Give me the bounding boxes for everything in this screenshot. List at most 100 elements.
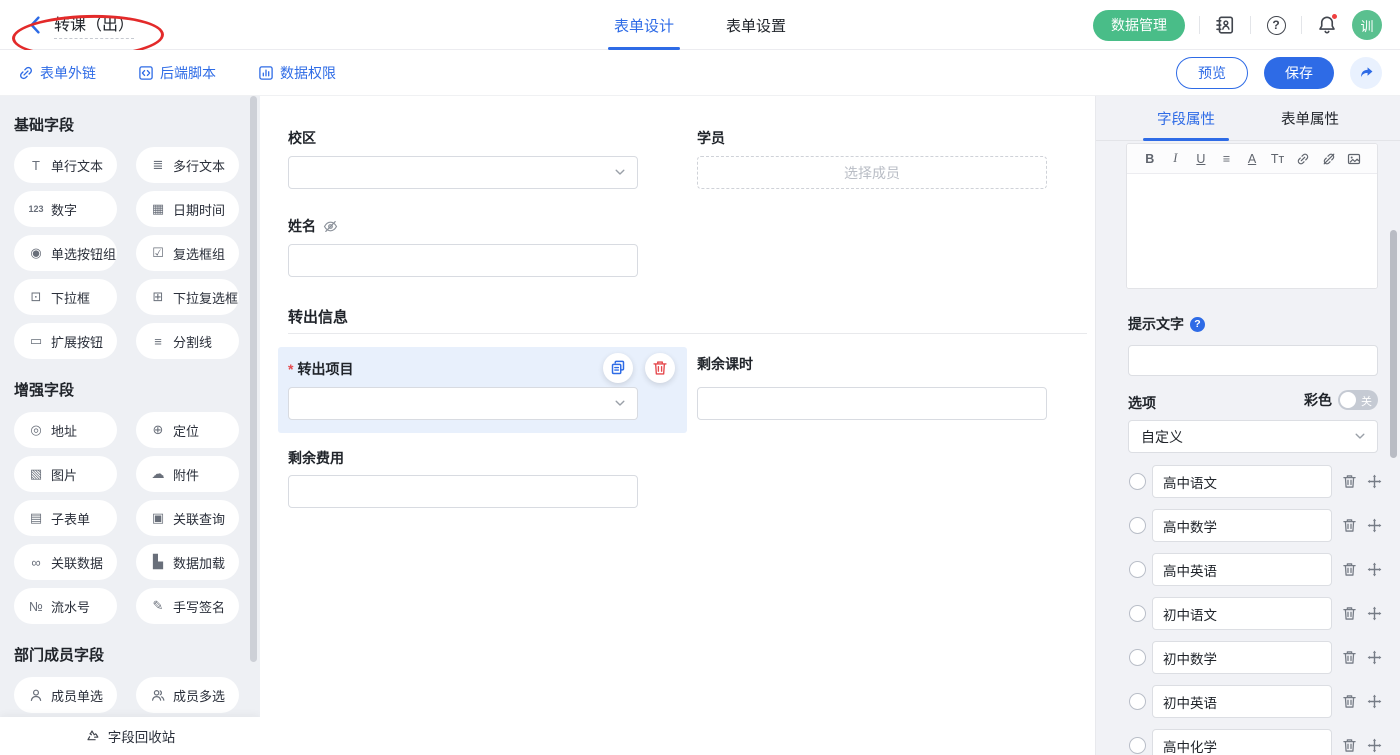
tab-form-design[interactable]: 表单设计 (614, 0, 674, 50)
student-member-picker[interactable]: 选择成员 (697, 156, 1047, 189)
move-option-icon[interactable] (1367, 694, 1382, 709)
name-input[interactable] (288, 244, 638, 277)
selected-field-transfer-project[interactable]: *转出项目 (278, 347, 687, 433)
contacts-icon[interactable] (1214, 14, 1236, 36)
field-type-item[interactable]: ⊞下拉复选框 (136, 279, 239, 315)
option-radio-icon[interactable] (1129, 693, 1146, 710)
field-type-item[interactable]: T单行文本 (14, 147, 117, 183)
field-type-item[interactable]: ∞关联数据 (14, 544, 117, 580)
delete-field-button[interactable] (645, 353, 675, 383)
delete-option-icon[interactable] (1342, 474, 1357, 489)
preview-button[interactable]: 预览 (1176, 57, 1248, 89)
back-icon[interactable] (26, 16, 44, 34)
delete-option-icon[interactable] (1342, 738, 1357, 753)
font-color-icon[interactable]: A (1239, 152, 1265, 166)
option-source-select[interactable]: 自定义 (1128, 420, 1378, 453)
campus-select[interactable] (288, 156, 638, 189)
bold-icon[interactable]: B (1137, 152, 1163, 166)
font-size-icon[interactable]: Tᴛ (1265, 152, 1291, 166)
option-text-input[interactable] (1152, 729, 1332, 755)
select-box-icon: ⊡ (28, 289, 44, 305)
underline-icon[interactable]: U (1188, 152, 1214, 166)
field-type-item[interactable]: ▣关联查询 (136, 500, 239, 536)
option-radio-icon[interactable] (1129, 517, 1146, 534)
field-type-item[interactable]: ▙数据加载 (136, 544, 239, 580)
sidebar-scrollbar[interactable] (250, 96, 257, 662)
field-type-item[interactable]: 成员多选 (136, 677, 239, 713)
remaining-hours-input[interactable] (697, 387, 1047, 420)
field-type-item[interactable]: ☑复选框组 (136, 235, 239, 271)
option-text-input[interactable] (1152, 641, 1332, 674)
remaining-fee-input[interactable] (288, 475, 638, 508)
field-type-item[interactable]: 123数字 (14, 191, 117, 227)
insert-image-icon[interactable] (1342, 152, 1368, 166)
data-permission-button[interactable]: 数据权限 (258, 63, 336, 83)
share-button[interactable] (1350, 57, 1382, 89)
option-radio-icon[interactable] (1129, 473, 1146, 490)
move-option-icon[interactable] (1367, 474, 1382, 489)
transfer-project-select[interactable] (288, 387, 638, 420)
color-toggle[interactable]: 关 (1338, 390, 1378, 410)
unlink-icon[interactable] (1316, 152, 1342, 166)
field-type-item[interactable]: 成员单选 (14, 677, 117, 713)
option-text-input[interactable] (1152, 597, 1332, 630)
option-row (1096, 729, 1400, 755)
move-option-icon[interactable] (1367, 518, 1382, 533)
option-radio-icon[interactable] (1129, 605, 1146, 622)
field-type-item[interactable]: ✎手写签名 (136, 588, 239, 624)
field-type-item[interactable]: ≡分割线 (136, 323, 239, 359)
field-type-item[interactable]: ≣多行文本 (136, 147, 239, 183)
notification-bell-icon[interactable] (1316, 14, 1338, 36)
move-option-icon[interactable] (1367, 606, 1382, 621)
option-radio-icon[interactable] (1129, 737, 1146, 754)
field-type-item[interactable]: ☁附件 (136, 456, 239, 492)
panel-scrollbar[interactable] (1390, 230, 1397, 458)
avatar[interactable]: 训 (1352, 10, 1382, 40)
option-text-input[interactable] (1152, 685, 1332, 718)
align-icon[interactable]: ≡ (1214, 152, 1240, 166)
external-link-button[interactable]: 表单外链 (18, 63, 96, 83)
editor-textarea[interactable] (1127, 174, 1377, 288)
save-button[interactable]: 保存 (1264, 57, 1334, 89)
hint-help-icon[interactable]: ? (1190, 317, 1205, 332)
field-type-item[interactable]: ◎地址 (14, 412, 117, 448)
delete-option-icon[interactable] (1342, 650, 1357, 665)
field-recycle-bin[interactable]: 字段回收站 (0, 717, 260, 755)
field-type-item[interactable]: ⊕定位 (136, 412, 239, 448)
option-radio-icon[interactable] (1129, 561, 1146, 578)
field-type-item[interactable]: №流水号 (14, 588, 117, 624)
delete-option-icon[interactable] (1342, 606, 1357, 621)
delete-option-icon[interactable] (1342, 694, 1357, 709)
option-text-input[interactable] (1152, 553, 1332, 586)
panel-tabs: 字段属性 表单属性 (1096, 96, 1400, 141)
hint-text-input[interactable] (1128, 345, 1378, 376)
field-type-item[interactable]: ▦日期时间 (136, 191, 239, 227)
field-type-item[interactable]: ▧图片 (14, 456, 117, 492)
delete-option-icon[interactable] (1342, 518, 1357, 533)
field-type-item[interactable]: ◉单选按钮组 (14, 235, 117, 271)
field-type-item[interactable]: ▤子表单 (14, 500, 117, 536)
delete-option-icon[interactable] (1342, 562, 1357, 577)
page-title[interactable]: 转课（出） (54, 11, 134, 39)
help-icon[interactable]: ? (1265, 14, 1287, 36)
tab-form-settings[interactable]: 表单设置 (726, 0, 786, 50)
italic-icon[interactable]: I (1163, 151, 1189, 166)
data-manage-button[interactable]: 数据管理 (1093, 10, 1185, 41)
move-option-icon[interactable] (1367, 650, 1382, 665)
option-text-input[interactable] (1152, 465, 1332, 498)
field-type-label: 成员多选 (173, 686, 225, 705)
duplicate-field-button[interactable] (603, 353, 633, 383)
tab-form-properties[interactable]: 表单属性 (1281, 96, 1339, 141)
form-canvas: 校区 学员 选择成员 姓名 转出信息 *转出项目 (260, 96, 1095, 755)
tab-field-properties[interactable]: 字段属性 (1157, 96, 1215, 141)
option-text-input[interactable] (1152, 509, 1332, 542)
move-option-icon[interactable] (1367, 738, 1382, 753)
palette-section-title: 增强字段 (14, 379, 246, 400)
move-option-icon[interactable] (1367, 562, 1382, 577)
link-icon[interactable] (1290, 152, 1316, 166)
field-type-item[interactable]: ▭扩展按钮 (14, 323, 117, 359)
backend-script-button[interactable]: 后端脚本 (138, 63, 216, 83)
field-type-item[interactable]: ⊡下拉框 (14, 279, 117, 315)
option-radio-icon[interactable] (1129, 649, 1146, 666)
hint-text-label: 提示文字 ? (1128, 314, 1205, 334)
